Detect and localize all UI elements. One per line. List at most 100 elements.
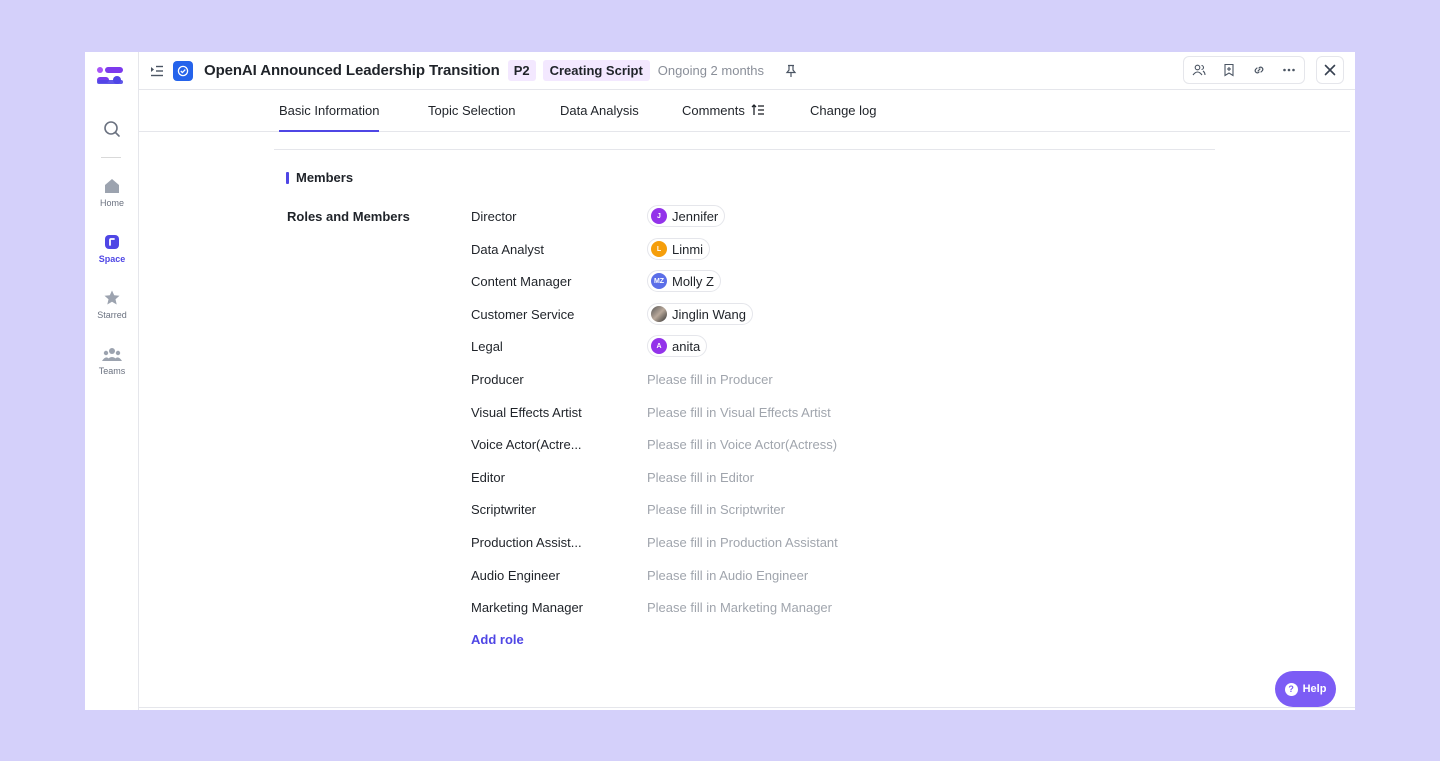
role-name: Producer (471, 371, 524, 387)
avatar: A (651, 338, 667, 354)
add-role-button[interactable]: Add role (471, 632, 524, 647)
more-icon (1283, 68, 1295, 72)
avatar: L (651, 241, 667, 257)
role-name: Audio Engineer (471, 567, 560, 583)
member-placeholder[interactable]: Please fill in Audio Engineer (647, 568, 808, 583)
role-name: Scriptwriter (471, 501, 537, 517)
role-row: Visual Effects Artist Please fill in Vis… (471, 400, 831, 424)
member-chip[interactable]: J Jennifer (647, 205, 726, 227)
sidebar-item-teams[interactable]: Teams (85, 345, 139, 376)
role-name: Content Manager (471, 273, 572, 289)
sidebar-divider (101, 157, 121, 158)
close-icon (1324, 64, 1336, 76)
tab-basic-information[interactable]: Basic Information (279, 90, 380, 132)
top-bar: OpenAI Announced Leadership Transition P… (139, 52, 1355, 90)
search-button[interactable] (85, 120, 139, 138)
role-row: Legal A anita (471, 334, 708, 358)
member-placeholder[interactable]: Please fill in Producer (647, 372, 773, 387)
member-placeholder[interactable]: Please fill in Marketing Manager (647, 600, 832, 615)
page-title: OpenAI Announced Leadership Transition (204, 62, 500, 79)
tab-data-analysis[interactable]: Data Analysis (560, 90, 639, 132)
header-actions (1183, 56, 1305, 84)
tab-change-log[interactable]: Change log (810, 90, 877, 132)
tab-label: Comments (682, 103, 745, 118)
members-button[interactable] (1184, 57, 1214, 83)
sidebar-item-label: Teams (98, 366, 126, 376)
pin-icon[interactable] (784, 64, 798, 78)
sidebar-item-label: Space (98, 254, 126, 264)
link-icon (1254, 66, 1264, 74)
member-name: Jinglin Wang (672, 306, 746, 322)
role-name: Legal (471, 338, 503, 354)
member-name: anita (672, 338, 701, 354)
member-name: Jennifer (672, 208, 719, 224)
role-name: Customer Service (471, 306, 575, 322)
roles-label: Roles and Members (287, 209, 410, 224)
sidebar-item-label: Starred (97, 310, 127, 320)
copy-link-button[interactable] (1244, 57, 1274, 83)
help-button[interactable]: ? Help (1275, 671, 1336, 707)
help-label: Help (1302, 683, 1327, 695)
role-name: Editor (471, 469, 505, 485)
member-placeholder[interactable]: Please fill in Editor (647, 470, 754, 485)
role-row: Customer Service Jinglin Wang (471, 302, 753, 326)
section-divider (274, 149, 1215, 150)
role-row: Producer Please fill in Producer (471, 367, 773, 391)
sidebar-item-home[interactable]: Home (85, 177, 139, 208)
role-row: Director J Jennifer (471, 204, 726, 228)
role-row: Production Assist... Please fill in Prod… (471, 530, 838, 554)
member-chip[interactable]: L Linmi (647, 238, 711, 260)
role-row: Data Analyst L Linmi (471, 237, 711, 261)
task-type-icon (173, 60, 193, 81)
app-window: Home Space Starred Teams OpenAI Announce… (85, 52, 1355, 710)
role-name: Production Assist... (471, 534, 582, 550)
role-row: Marketing Manager Please fill in Marketi… (471, 595, 832, 619)
member-name: Linmi (672, 241, 704, 257)
role-name: Marketing Manager (471, 599, 583, 615)
search-icon (104, 121, 120, 137)
avatar (651, 306, 667, 322)
role-row: Content Manager MZ Molly Z (471, 269, 721, 293)
sidebar: Home Space Starred Teams (85, 52, 139, 710)
tab-label: Data Analysis (560, 103, 639, 118)
bottom-divider (139, 707, 1355, 708)
teams-icon (102, 348, 122, 361)
status-badge[interactable]: Creating Script (542, 60, 650, 81)
home-icon (105, 179, 119, 193)
section-title: Members (296, 170, 354, 185)
member-chip[interactable]: A anita (647, 335, 708, 357)
member-chip[interactable]: Jinglin Wang (647, 303, 753, 325)
member-placeholder[interactable]: Please fill in Scriptwriter (647, 502, 785, 517)
role-name: Voice Actor(Actre... (471, 436, 582, 452)
avatar: J (651, 208, 667, 224)
member-name: Molly Z (672, 273, 714, 289)
member-placeholder[interactable]: Please fill in Visual Effects Artist (647, 405, 831, 420)
role-row: Editor Please fill in Editor (471, 465, 754, 489)
member-chip[interactable]: MZ Molly Z (647, 270, 721, 292)
collapse-sidebar-icon[interactable] (149, 63, 165, 79)
sidebar-item-starred[interactable]: Starred (85, 289, 139, 320)
avatar: MZ (651, 273, 667, 289)
more-button[interactable] (1274, 57, 1304, 83)
tab-label: Basic Information (279, 103, 380, 118)
sidebar-item-space[interactable]: Space (85, 233, 139, 264)
members-icon (1192, 64, 1206, 76)
help-icon: ? (1284, 682, 1298, 696)
member-placeholder[interactable]: Please fill in Voice Actor(Actress) (647, 437, 837, 452)
tab-topic-selection[interactable]: Topic Selection (428, 90, 515, 132)
app-logo[interactable] (95, 65, 127, 89)
role-row: Audio Engineer Please fill in Audio Engi… (471, 563, 808, 587)
space-icon (105, 235, 119, 249)
member-placeholder[interactable]: Please fill in Production Assistant (647, 535, 838, 550)
close-button[interactable] (1316, 56, 1344, 84)
bookmark-button[interactable] (1214, 57, 1244, 83)
tab-comments[interactable]: Comments (682, 90, 765, 132)
tab-label: Change log (810, 103, 877, 118)
tab-label: Topic Selection (428, 103, 516, 118)
priority-badge[interactable]: P2 (507, 60, 536, 81)
sort-icon[interactable] (751, 104, 765, 116)
role-name: Director (471, 208, 517, 224)
section-accent-bar (286, 172, 289, 184)
duration-text: Ongoing 2 months (657, 63, 765, 78)
role-name: Visual Effects Artist (471, 404, 582, 420)
